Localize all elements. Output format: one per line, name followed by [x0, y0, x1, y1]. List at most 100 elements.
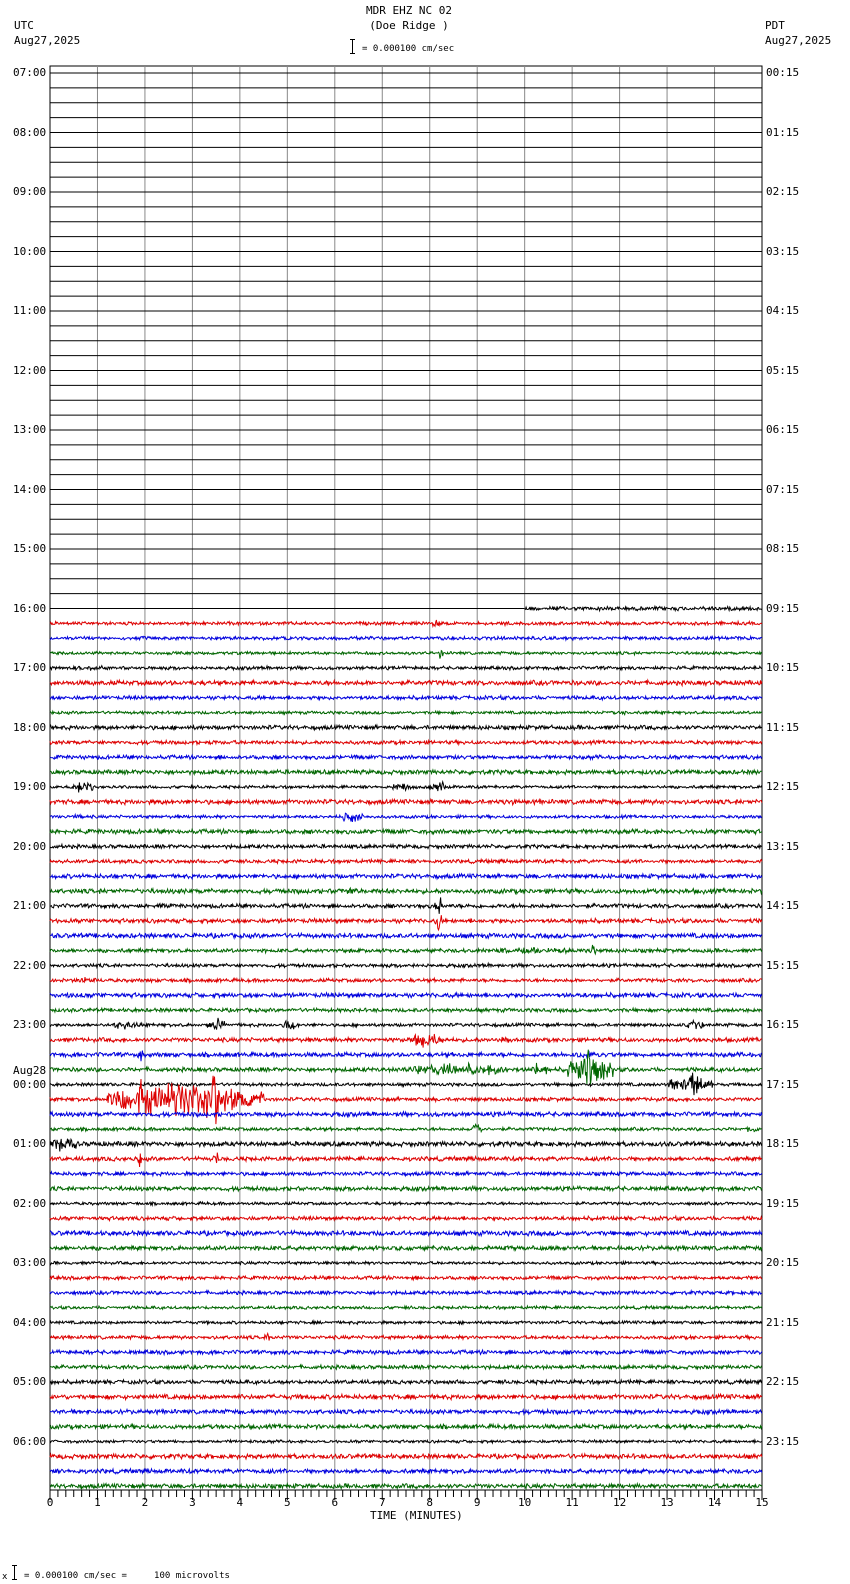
seismic-trace — [49, 1152, 763, 1168]
seismic-trace — [49, 1304, 763, 1311]
seismic-trace — [49, 1169, 763, 1178]
seismic-trace — [49, 961, 762, 970]
seismic-trace — [49, 872, 763, 881]
utc-hour-label: 07:00 — [13, 66, 47, 79]
utc-hour-label: 09:00 — [13, 185, 47, 198]
pdt-hour-label: 21:15 — [766, 1315, 800, 1329]
utc-hour-label: 00:00 — [13, 1077, 47, 1091]
utc-hour-label: 05:00 — [13, 1375, 47, 1388]
seismic-trace — [49, 1017, 763, 1031]
pdt-hour-label: 12:15 — [766, 780, 800, 793]
x-tick-label: 11 — [565, 1496, 579, 1509]
seismic-trace — [49, 842, 763, 851]
seismic-trace — [49, 1229, 763, 1238]
seismic-trace — [49, 753, 763, 762]
x-tick-label: 7 — [378, 1496, 386, 1509]
utc-hour-label: 11:00 — [13, 304, 47, 317]
x-tick-label: 12 — [612, 1496, 627, 1509]
seismic-trace — [49, 1200, 763, 1208]
seismic-trace — [49, 1244, 763, 1253]
utc-hour-label: 16:00 — [13, 601, 47, 615]
seismic-trace — [49, 723, 763, 732]
seismic-trace — [49, 827, 763, 836]
seismic-trace — [49, 1274, 763, 1282]
seismic-trace — [49, 1214, 763, 1223]
seismic-trace — [49, 797, 763, 807]
seismic-trace — [49, 634, 763, 642]
pdt-hour-label: 06:15 — [766, 423, 800, 436]
pdt-hour-label: 22:15 — [766, 1375, 800, 1388]
seismic-trace — [49, 976, 763, 985]
pdt-hour-label: 07:15 — [766, 482, 800, 496]
utc-hour-label: 08:00 — [13, 125, 47, 139]
date-change-label: Aug28 — [13, 1063, 47, 1077]
x-tick-label: 1 — [94, 1496, 101, 1509]
pdt-hour-label: 23:15 — [766, 1434, 800, 1448]
utc-hour-label: 14:00 — [13, 482, 47, 496]
utc-hour-label: 23:00 — [13, 1018, 47, 1031]
x-tick-label: 2 — [141, 1496, 149, 1509]
x-tick-label: 9 — [473, 1496, 481, 1509]
utc-hour-label: 06:00 — [13, 1434, 47, 1448]
seismic-trace — [49, 915, 763, 932]
pdt-hour-label: 20:15 — [766, 1256, 800, 1269]
utc-hour-label: 13:00 — [13, 423, 47, 436]
seismic-trace — [49, 1137, 763, 1152]
seismic-trace — [49, 768, 762, 777]
x-tick-label: 8 — [426, 1496, 434, 1509]
seismic-trace — [49, 1050, 763, 1062]
utc-hour-label: 02:00 — [13, 1196, 47, 1210]
seismic-trace — [49, 1377, 763, 1386]
x-axis-label: TIME (MINUTES) — [370, 1509, 463, 1522]
seismic-trace — [49, 619, 763, 629]
pdt-hour-label: 17:15 — [766, 1077, 800, 1091]
seismic-trace — [49, 1288, 763, 1297]
utc-hour-label: 03:00 — [13, 1256, 47, 1269]
utc-hour-label: 19:00 — [13, 780, 47, 793]
pdt-hour-label: 04:15 — [766, 304, 800, 317]
seismic-trace — [49, 1259, 763, 1267]
seismic-trace — [49, 1331, 763, 1342]
pdt-hour-label: 03:15 — [766, 244, 800, 258]
x-tick-label: 4 — [236, 1496, 244, 1509]
seismic-trace — [49, 931, 763, 941]
pdt-hour-label: 15:15 — [766, 958, 800, 972]
pdt-hour-label: 16:15 — [766, 1018, 800, 1031]
seismic-trace — [49, 678, 763, 688]
seismic-trace — [49, 897, 763, 914]
seismic-trace — [49, 990, 763, 1000]
seismic-trace — [49, 1438, 763, 1445]
utc-hour-label: 18:00 — [13, 720, 47, 734]
pdt-hour-label: 08:15 — [766, 542, 800, 555]
seismic-trace — [49, 886, 763, 896]
pdt-hour-label: 18:15 — [766, 1137, 800, 1150]
pdt-hour-label: 10:15 — [766, 661, 800, 674]
utc-hour-label: 12:00 — [13, 363, 47, 377]
utc-hour-label: 20:00 — [13, 839, 47, 853]
x-tick-label: 6 — [331, 1496, 339, 1509]
pdt-hour-label: 05:15 — [766, 363, 800, 377]
x-tick-label: 3 — [189, 1496, 196, 1509]
pdt-hour-label: 00:15 — [766, 66, 800, 79]
footer-prefix: x — [2, 1572, 8, 1582]
utc-hour-label: 17:00 — [13, 661, 47, 674]
seismic-trace — [49, 1363, 763, 1371]
x-tick-label: 5 — [284, 1496, 291, 1509]
seismic-trace — [49, 1348, 763, 1357]
utc-hour-label: 15:00 — [13, 542, 47, 555]
seismic-trace — [49, 1122, 763, 1134]
utc-hour-label: 04:00 — [13, 1315, 47, 1329]
x-tick-label: 14 — [707, 1496, 722, 1509]
footer-scale-text: = 0.000100 cm/sec = 100 microvolts — [24, 1571, 230, 1581]
x-tick-label: 15 — [755, 1496, 769, 1509]
seismic-trace — [49, 693, 763, 702]
utc-hour-label: 01:00 — [13, 1137, 47, 1150]
seismic-trace — [49, 649, 763, 659]
pdt-hour-label: 14:15 — [766, 899, 800, 912]
seismic-trace — [49, 738, 763, 747]
seismic-trace — [49, 1006, 763, 1015]
seismic-trace — [49, 857, 763, 866]
utc-hour-label: 22:00 — [13, 958, 47, 972]
seismic-trace — [49, 1033, 763, 1048]
footer-scale-bar-icon — [12, 1565, 17, 1580]
